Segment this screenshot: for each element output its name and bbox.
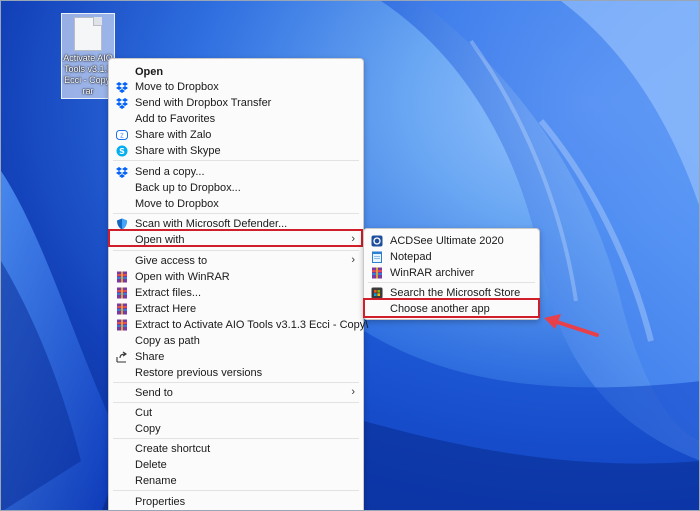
red-arrow-icon bbox=[544, 314, 599, 337]
share-icon bbox=[116, 351, 127, 363]
menu-item-give-access[interactable]: Give access to › bbox=[109, 253, 363, 269]
menu-separator bbox=[113, 382, 359, 383]
acdsee-icon bbox=[371, 235, 383, 247]
menu-separator bbox=[113, 402, 359, 403]
menu-item-cut[interactable]: Cut bbox=[109, 405, 363, 421]
menu-item-add-to-favorites[interactable]: Add to Favorites bbox=[109, 111, 363, 127]
submenu-separator bbox=[368, 282, 535, 283]
menu-item-share-zalo[interactable]: Z Share with Zalo bbox=[109, 127, 363, 143]
open-with-highlight bbox=[108, 229, 363, 247]
dropbox-icon bbox=[116, 167, 128, 178]
menu-item-copy[interactable]: Copy bbox=[109, 421, 363, 437]
menu-item-extract-to-folder[interactable]: Extract to Activate AIO Tools v3.1.3 Ecc… bbox=[109, 317, 368, 333]
menu-item-create-shortcut[interactable]: Create shortcut bbox=[109, 441, 363, 457]
menu-item-share[interactable]: Share bbox=[109, 349, 363, 365]
submenu-item-notepad[interactable]: Notepad bbox=[364, 249, 539, 265]
menu-separator bbox=[113, 490, 359, 491]
submenu-item-winrar[interactable]: WinRAR archiver bbox=[364, 265, 539, 281]
menu-item-delete[interactable]: Delete bbox=[109, 457, 363, 473]
notepad-icon bbox=[372, 251, 382, 263]
dropbox-icon bbox=[116, 98, 128, 109]
menu-item-rename[interactable]: Rename bbox=[109, 473, 363, 489]
zalo-icon: Z bbox=[116, 130, 128, 140]
menu-item-restore-versions[interactable]: Restore previous versions bbox=[109, 365, 363, 381]
winrar-icon bbox=[117, 287, 127, 299]
menu-item-back-up-dropbox[interactable]: Back up to Dropbox... bbox=[109, 180, 363, 196]
menu-item-send-a-copy[interactable]: Send a copy... bbox=[109, 164, 363, 180]
menu-item-open[interactable]: Open bbox=[109, 64, 363, 80]
menu-item-send-to[interactable]: Send to › bbox=[109, 385, 363, 401]
desktop: Activate AIO Tools v3.1.3 Ecci - Copy.ra… bbox=[0, 0, 700, 511]
winrar-icon bbox=[117, 303, 127, 315]
menu-separator bbox=[113, 250, 359, 251]
menu-item-share-skype[interactable]: S Share with Skype bbox=[109, 143, 363, 159]
chevron-right-icon: › bbox=[351, 386, 355, 398]
svg-text:Z: Z bbox=[120, 134, 124, 140]
submenu-item-acdsee[interactable]: ACDSee Ultimate 2020 bbox=[364, 233, 539, 249]
menu-item-copy-as-path[interactable]: Copy as path bbox=[109, 333, 363, 349]
menu-item-send-dropbox-transfer[interactable]: Send with Dropbox Transfer bbox=[109, 95, 363, 111]
menu-item-open-with-winrar[interactable]: Open with WinRAR bbox=[109, 269, 363, 285]
menu-item-extract-here[interactable]: Extract Here bbox=[109, 301, 363, 317]
context-menu: Open Move to Dropbox Send with Dropbox T… bbox=[108, 58, 368, 510]
winrar-icon bbox=[117, 271, 127, 283]
menu-item-move-to-dropbox[interactable]: Move to Dropbox bbox=[109, 79, 363, 95]
dropbox-icon bbox=[116, 82, 128, 93]
skype-icon: S bbox=[116, 145, 128, 157]
choose-app-highlight bbox=[363, 298, 540, 318]
menu-separator bbox=[113, 438, 359, 439]
menu-item-properties[interactable]: Properties bbox=[109, 494, 363, 510]
menu-item-extract-files[interactable]: Extract files... bbox=[109, 285, 363, 301]
menu-separator bbox=[113, 160, 359, 161]
desktop-file-rar[interactable]: Activate AIO Tools v3.1.3 Ecci - Copy.ra… bbox=[61, 13, 115, 99]
menu-separator bbox=[113, 213, 359, 214]
winrar-icon bbox=[372, 267, 382, 279]
desktop-file-name: Activate AIO Tools v3.1.3 Ecci - Copy.ra… bbox=[63, 53, 113, 96]
winrar-icon bbox=[117, 319, 127, 331]
chevron-right-icon: › bbox=[351, 254, 355, 266]
file-icon bbox=[74, 17, 102, 51]
menu-item-move-to-dropbox-2[interactable]: Move to Dropbox bbox=[109, 196, 363, 212]
svg-text:S: S bbox=[119, 147, 125, 156]
